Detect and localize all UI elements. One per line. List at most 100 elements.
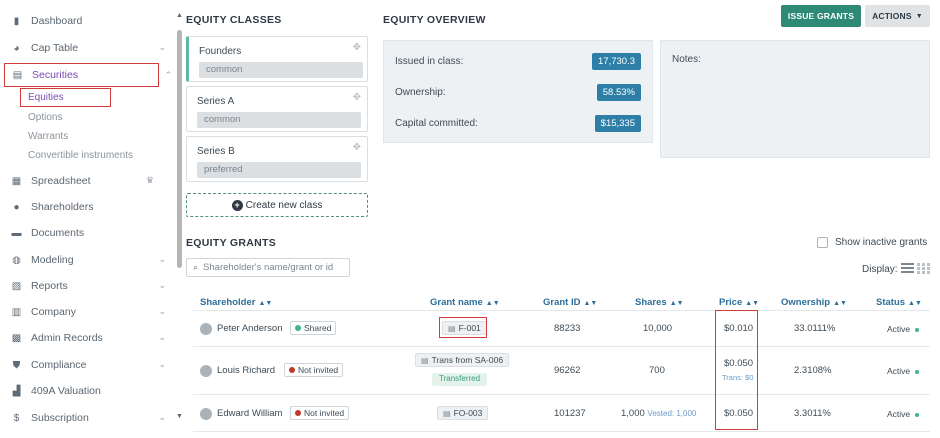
show-inactive-toggle[interactable]: Show inactive grants [817, 237, 927, 248]
sidebar-subitem-convertible[interactable]: Convertible instruments [28, 150, 133, 161]
grant-name-chip[interactable]: ▤ Trans from SA-006 [415, 353, 510, 367]
overview-value-ownership: 58.53% [596, 84, 641, 101]
sidebar-subitem-options[interactable]: Options [28, 112, 62, 123]
dashboard-icon: ▮ [13, 15, 20, 27]
overview-label-ownership: Ownership: [395, 87, 446, 98]
status-dot-icon [295, 325, 301, 331]
shareholder-name[interactable]: Peter Anderson [217, 323, 283, 334]
sidebar-item-cap-table[interactable]: ◕ Cap Table ⌄ [0, 36, 176, 60]
drag-handle-icon[interactable]: ✥ [353, 92, 361, 103]
class-card-series-a[interactable]: Series A common ✥ [186, 86, 368, 132]
column-header-label: Grant ID [543, 297, 581, 308]
sort-icon: ▲▼ [485, 300, 500, 307]
transferred-badge: Transferred [432, 373, 488, 386]
sidebar-item-admin-records[interactable]: ▩ Admin Records ⌄ [0, 326, 176, 350]
class-type: common [199, 62, 363, 78]
issue-grants-button[interactable]: ISSUE GRANTS [781, 5, 861, 27]
sidebar-item-compliance[interactable]: ⛊ Compliance ⌄ [0, 353, 176, 377]
ownership: 2.3108% [794, 365, 832, 376]
status-dot-icon [914, 413, 919, 417]
show-inactive-label: Show inactive grants [835, 237, 928, 248]
sidebar-subitem-equities[interactable]: Equities [20, 88, 111, 107]
sidebar-item-securities[interactable]: ▤ Securities ⌃ [4, 63, 172, 87]
column-header-grant-id[interactable]: Grant ID ▲▼ [543, 297, 597, 308]
sidebar-item-label: Dashboard [31, 15, 83, 27]
column-header-label: Price [719, 297, 743, 308]
grant-search[interactable]: ⌕ [186, 258, 350, 277]
sort-icon: ▲▼ [745, 300, 760, 307]
list-view-icon[interactable] [901, 262, 914, 274]
grant-name-label: Trans from SA-006 [431, 355, 504, 365]
chevron-down-icon: ⌄ [158, 306, 166, 316]
column-header-label: Grant name [430, 297, 483, 308]
column-header-grant-name[interactable]: Grant name ▲▼ [430, 297, 500, 308]
table-row[interactable]: Edward William Not invited ▤ FO-003 1012… [193, 396, 930, 432]
sidebar-item-dashboard[interactable]: ▮ Dashboard [0, 9, 176, 33]
chevron-up-icon: ⌃ [164, 70, 172, 80]
sidebar-item-label: Compliance [31, 359, 87, 371]
crown-icon: ♛ [145, 175, 154, 185]
sidebar-item-modeling[interactable]: ◍ Modeling ⌄ [0, 248, 176, 272]
create-new-class-button[interactable]: + Create new class [186, 193, 368, 217]
sidebar-item-label: Subscription [31, 412, 89, 424]
chevron-down-icon: ⌄ [158, 332, 166, 342]
shareholder-name[interactable]: Louis Richard [217, 365, 275, 376]
actions-dropdown-button[interactable]: ACTIONS ▼ [865, 5, 930, 27]
records-icon: ▩ [11, 332, 22, 344]
invite-status-badge: Not invited [284, 363, 344, 377]
sort-icon: ▲▼ [908, 300, 922, 307]
column-header-shares[interactable]: Shares ▲▼ [635, 297, 684, 308]
sidebar-item-label: Cap Table [31, 42, 79, 54]
class-name: Series A [197, 96, 235, 107]
column-header-status[interactable]: Status ▲▼ [876, 297, 922, 308]
sidebar-item-documents[interactable]: ▬ Documents [0, 221, 176, 245]
shares: 10,000 [643, 323, 673, 334]
chevron-down-icon: ⌄ [158, 254, 166, 264]
sidebar-item-label: 409A Valuation [31, 385, 101, 397]
scrollbar-thumb[interactable] [177, 30, 182, 268]
scroll-down-arrow-icon[interactable]: ▼ [176, 413, 183, 420]
show-inactive-checkbox[interactable] [817, 237, 828, 248]
sort-icon: ▲▼ [583, 300, 598, 307]
avatar [200, 323, 212, 335]
sidebar: ▮ Dashboard ◕ Cap Table ⌄ ▤ Securities ⌃… [0, 0, 180, 438]
drag-handle-icon[interactable]: ✥ [353, 142, 361, 153]
notes-panel[interactable]: Notes: [660, 40, 930, 158]
invite-status-badge: Not invited [290, 406, 350, 420]
class-card-founders[interactable]: Founders common ✥ [186, 36, 368, 82]
caret-down-icon: ▼ [915, 12, 923, 20]
column-header-ownership[interactable]: Ownership ▲▼ [781, 297, 847, 308]
chevron-down-icon: ⌄ [158, 280, 166, 290]
building-icon: ▥ [11, 306, 22, 318]
create-new-class-label: Create new class [245, 199, 323, 211]
grant-search-input[interactable] [203, 262, 344, 273]
chevron-down-icon: ⌄ [158, 359, 166, 369]
class-name: Founders [199, 46, 242, 57]
document-icon: ▤ [421, 355, 429, 365]
grant-name-chip[interactable]: ▤ FO-003 [437, 406, 489, 420]
sidebar-item-label: Admin Records [31, 332, 103, 344]
class-card-series-b[interactable]: Series B preferred ✥ [186, 136, 368, 182]
sidebar-item-subscription[interactable]: $ Subscription ⌄ [0, 406, 176, 430]
sidebar-item-label: Modeling [31, 254, 74, 266]
grid-view-icon[interactable] [917, 262, 930, 274]
column-header-price[interactable]: Price ▲▼ [719, 297, 759, 308]
table-row[interactable]: Peter Anderson Shared ▤ F-001 88233 10,0… [193, 311, 930, 347]
drag-handle-icon[interactable]: ✥ [353, 42, 361, 53]
price-column-highlight [715, 310, 758, 430]
class-name: Series B [197, 146, 235, 157]
sidebar-item-company[interactable]: ▥ Company ⌄ [0, 300, 176, 324]
sidebar-item-spreadsheet[interactable]: ▦ Spreadsheet ♛ [0, 169, 176, 193]
shareholder-name[interactable]: Edward William [217, 408, 282, 419]
sidebar-item-409a[interactable]: ▟ 409A Valuation [0, 379, 176, 403]
sidebar-item-reports[interactable]: ▧ Reports ⌄ [0, 274, 176, 298]
sidebar-subitem-warrants[interactable]: Warrants [28, 131, 68, 142]
scroll-up-arrow-icon[interactable]: ▲ [176, 12, 183, 19]
table-row[interactable]: Louis Richard Not invited ▤ Trans from S… [193, 348, 930, 395]
dollar-icon: $ [13, 412, 20, 424]
sort-icon: ▲▼ [669, 300, 684, 307]
spreadsheet-icon: ▦ [11, 175, 22, 187]
grant-id: 96262 [554, 365, 581, 376]
sidebar-item-shareholders[interactable]: ● Shareholders [0, 195, 176, 219]
column-header-shareholder[interactable]: Shareholder ▲▼ [200, 297, 272, 308]
